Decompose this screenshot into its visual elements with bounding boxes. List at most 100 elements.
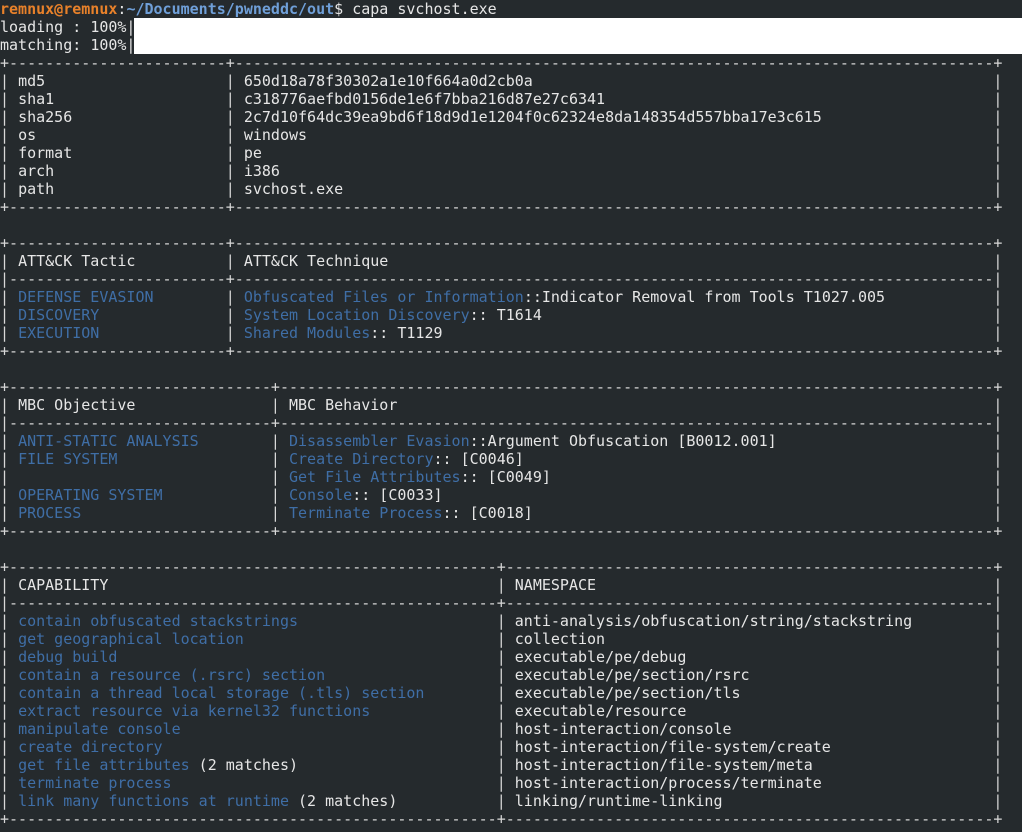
progress-matching: matching: 100%|	[0, 36, 135, 54]
meta-table-top: +------------------------+--------------…	[0, 54, 1002, 72]
attack-technique: Obfuscated Files or Information	[243, 288, 524, 306]
cell-separator: |	[0, 450, 19, 468]
progress-bar-loading	[134, 18, 1022, 36]
cell-separator: |	[162, 738, 515, 756]
cell-separator: |	[0, 432, 19, 450]
cell-separator: |	[0, 720, 19, 738]
progress-label: matching:	[0, 36, 91, 54]
cell-separator: |	[749, 666, 1003, 684]
cell-separator: |	[325, 666, 515, 684]
cell-separator: |	[812, 756, 1003, 774]
cell-separator: |	[298, 612, 515, 630]
mbc-header-row: | MBC Objective | MBC Behavior |	[0, 396, 1002, 414]
meta-key: sha1	[18, 90, 55, 108]
meta-row: | sha1 | c318776aefbd0156de1e6f7bba216d8…	[0, 90, 1002, 108]
capability-namespace: executable/pe/section/tls	[514, 684, 741, 702]
capability-name: terminate process	[18, 774, 172, 792]
mbc-objective: ANTI-STATIC ANALYSIS	[18, 432, 199, 450]
cell-separator: |	[686, 648, 1003, 666]
mbc-behavior-id: :: [C0033]	[352, 486, 443, 504]
terminal-window[interactable]: remnux@remnux:~/Documents/pwneddc/out$ c…	[0, 0, 1022, 832]
cell-separator: |	[821, 108, 1003, 126]
cell-separator: |	[0, 306, 19, 324]
attack-technique-id: :: T1129	[370, 324, 443, 342]
border-line: +-----------------------------+---------…	[0, 378, 1003, 396]
cell-separator: |	[442, 486, 1003, 504]
border-line: +------------------------+--------------…	[0, 234, 1003, 252]
cell-separator: |	[0, 774, 19, 792]
prompt-cwd: ~/Documents/pwneddc/out	[126, 0, 335, 18]
cell-separator: |	[162, 486, 289, 504]
capability-row: | contain a thread local storage (.tls) …	[0, 684, 1002, 702]
meta-row: | sha256 | 2c7d10f64dc39ea9bd6f18d9d1e12…	[0, 108, 1002, 126]
border-line: |------------------------+--------------…	[0, 270, 1003, 288]
cell-separator: |	[0, 576, 19, 594]
mbc-table-bottom: +-----------------------------+---------…	[0, 522, 1002, 540]
mbc-row: | PROCESS | Terminate Process:: [C0018] …	[0, 504, 1002, 522]
cell-separator: |	[81, 504, 289, 522]
capability-row: | contain obfuscated stackstrings | anti…	[0, 612, 1002, 630]
cell-separator: |	[72, 144, 244, 162]
mbc-behavior: Disassembler Evasion	[289, 432, 470, 450]
meta-value: 2c7d10f64dc39ea9bd6f18d9d1e1204f0c62324e…	[243, 108, 822, 126]
progress-bar-matching	[134, 36, 1022, 54]
cell-separator: |	[0, 144, 19, 162]
meta-value: svchost.exe	[243, 180, 344, 198]
cell-separator: |	[397, 396, 1003, 414]
mbc-row: | | Get File Attributes:: [C0049] |	[0, 468, 1002, 486]
mbc-behavior: Create Directory	[289, 450, 434, 468]
cell-separator: |	[54, 162, 244, 180]
cell-separator: |	[912, 612, 1003, 630]
cell-separator: |	[776, 432, 1003, 450]
cell-separator: |	[821, 774, 1003, 792]
capability-namespace: host-interaction/console	[514, 720, 732, 738]
cell-separator: |	[307, 126, 1003, 144]
cell-separator: |	[532, 504, 1003, 522]
mbc-behavior-id: :: [C0046]	[433, 450, 524, 468]
mbc-behavior: Console	[289, 486, 353, 504]
cell-separator: |	[0, 738, 19, 756]
capability-match-count: (2 matches)	[289, 792, 398, 810]
attack-table-top: +------------------------+--------------…	[0, 234, 1002, 252]
capability-namespace: linking/runtime-linking	[514, 792, 723, 810]
meta-key: format	[18, 144, 73, 162]
cell-separator: |	[370, 702, 515, 720]
mbc-behavior: Get File Attributes	[289, 468, 461, 486]
meta-row: | os | windows |	[0, 126, 1002, 144]
mbc-header-separator: |-----------------------------+---------…	[0, 414, 1002, 432]
attack-header-technique: ATT&CK Technique	[243, 252, 389, 270]
capability-namespace: host-interaction/file-system/create	[514, 738, 831, 756]
cell-separator: |	[0, 162, 19, 180]
border-line: +------------------------+--------------…	[0, 54, 1003, 72]
attack-technique: Shared Modules	[243, 324, 371, 342]
cell-separator: |	[830, 738, 1003, 756]
prompt-line: remnux@remnux:~/Documents/pwneddc/out$ c…	[0, 0, 497, 18]
cell-separator: |	[153, 288, 244, 306]
cell-separator: |	[72, 108, 244, 126]
meta-value: pe	[243, 144, 262, 162]
capability-name: link many functions at runtime	[18, 792, 289, 810]
cell-separator: |	[424, 684, 515, 702]
cell-separator: |	[722, 792, 1003, 810]
meta-row: | md5 | 650d18a78f30302a1e10f664a0d2cb0a…	[0, 72, 1002, 90]
capability-name: extract resource via kernel32 functions	[18, 702, 371, 720]
prompt-symbol: $	[334, 0, 344, 18]
capability-namespace: executable/pe/debug	[514, 648, 687, 666]
cell-separator: |	[117, 648, 515, 666]
border-line: +-----------------------------+---------…	[0, 522, 1003, 540]
attack-technique-id: ::Indicator Removal from Tools T1027.005	[523, 288, 886, 306]
mbc-objective: FILE SYSTEM	[18, 450, 118, 468]
cell-separator: |	[0, 684, 19, 702]
cell-separator: |	[0, 468, 19, 486]
cell-separator: |	[18, 468, 289, 486]
capability-row: | create directory | host-interaction/fi…	[0, 738, 1002, 756]
cell-separator: |	[243, 630, 515, 648]
cell-separator: |	[0, 126, 19, 144]
cell-separator: |	[135, 396, 289, 414]
border-line: |---------------------------------------…	[0, 594, 1003, 612]
progress-label: loading :	[0, 18, 91, 36]
cell-separator: |	[279, 162, 1003, 180]
cell-separator: |	[108, 576, 515, 594]
cell-separator: |	[0, 666, 19, 684]
mbc-row: | FILE SYSTEM | Create Directory:: [C004…	[0, 450, 1002, 468]
